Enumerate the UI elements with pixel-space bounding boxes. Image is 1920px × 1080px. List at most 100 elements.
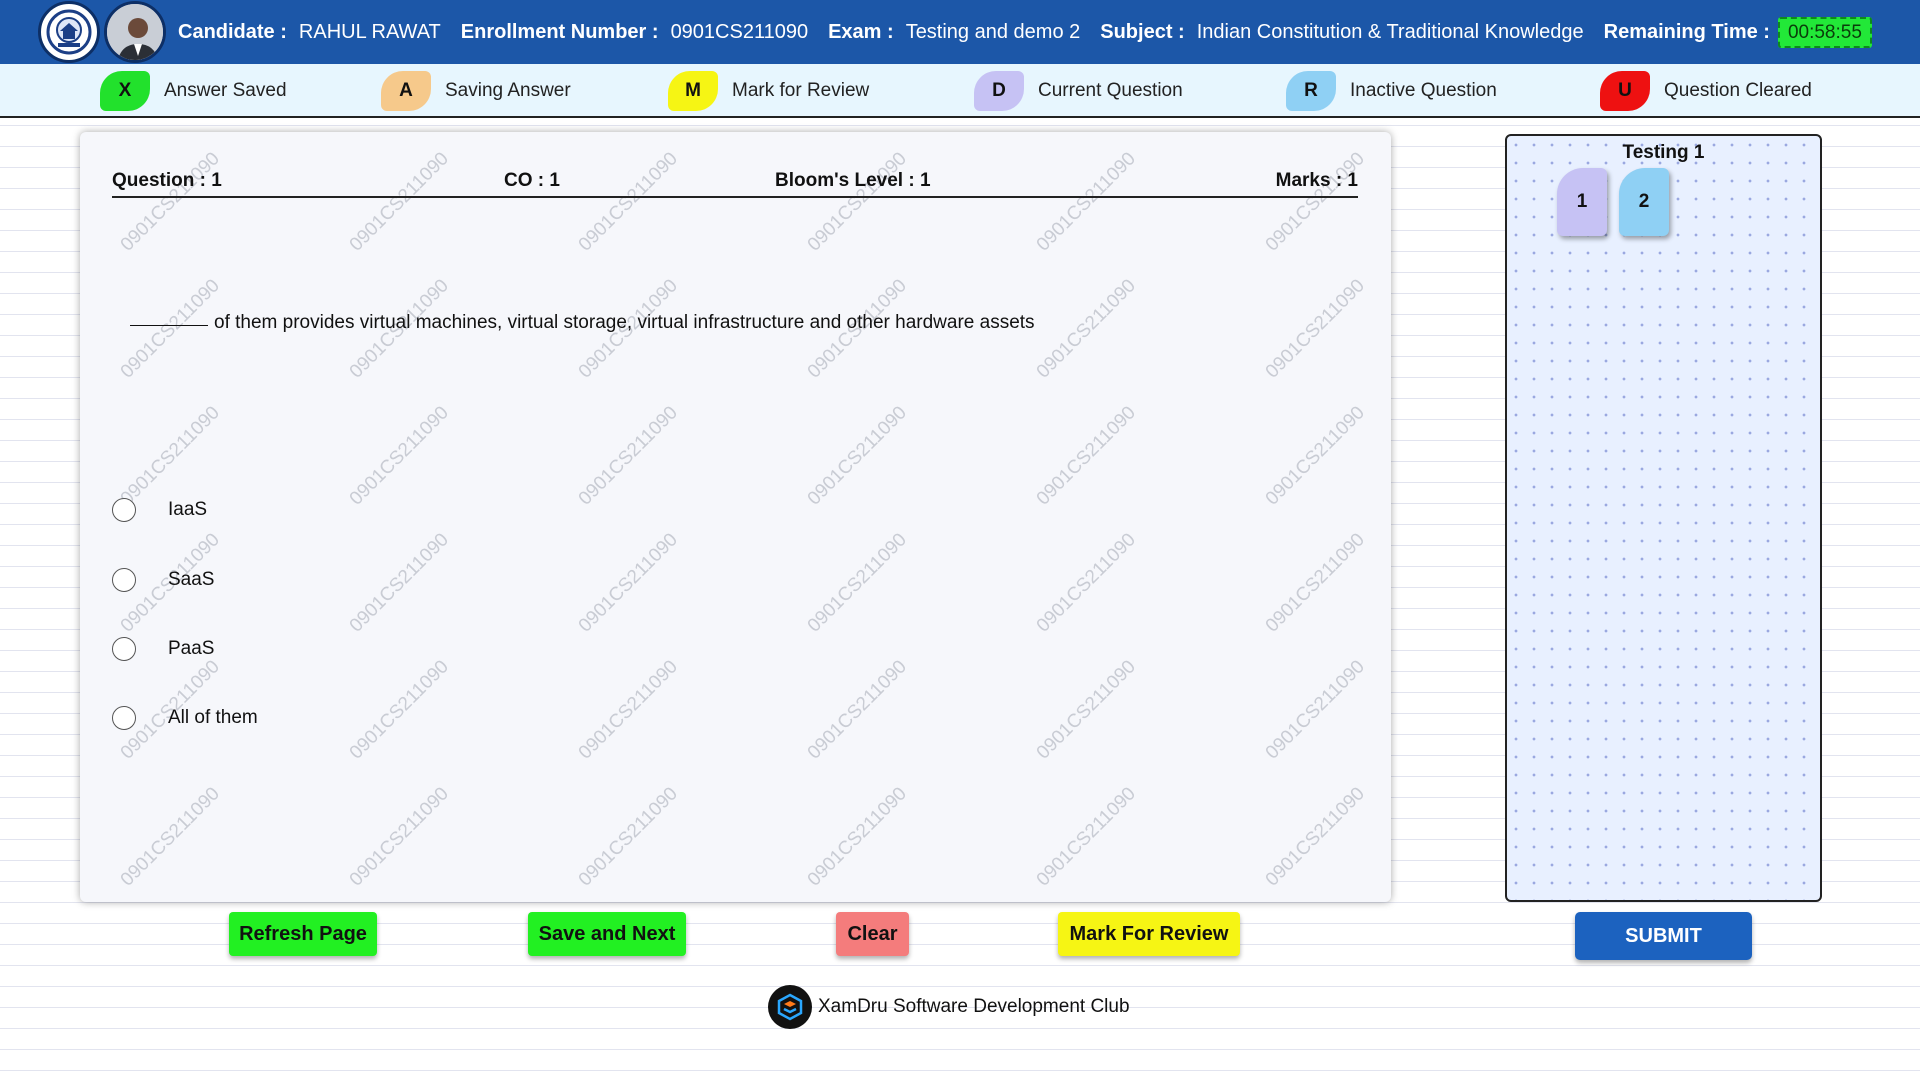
watermark-text: 0901CS211090: [1033, 275, 1140, 382]
candidate-avatar: [104, 1, 166, 63]
question-number: Question : 1: [112, 170, 222, 191]
enrollment-label: Enrollment Number :: [460, 20, 659, 43]
section-title: Testing 1: [1622, 142, 1705, 163]
option-radio[interactable]: [112, 498, 136, 522]
footer-text: XamDru Software Development Club: [818, 996, 1130, 1017]
option-label: All of them: [168, 707, 258, 728]
watermark-text: 0901CS211090: [1262, 402, 1369, 509]
question-text: of them provides virtual machines, virtu…: [130, 312, 1035, 334]
watermark-text: 0901CS211090: [804, 148, 911, 255]
watermark-text: 0901CS211090: [1033, 783, 1140, 890]
option-radio[interactable]: [112, 706, 136, 730]
watermark-text: 0901CS211090: [1262, 783, 1369, 890]
option-radio[interactable]: [112, 637, 136, 661]
subject-label: Subject :: [1100, 20, 1185, 43]
option-paas[interactable]: PaaS: [112, 637, 214, 661]
subject-info: Subject : Indian Constitution & Tradition…: [1100, 21, 1583, 44]
blooms-level: Bloom's Level : 1: [775, 170, 931, 191]
remaining-time-label: Remaining Time :: [1603, 20, 1770, 43]
option-all-of-them[interactable]: All of them: [112, 706, 258, 730]
legend-badge: U: [1600, 71, 1650, 111]
institute-logo: [38, 1, 100, 63]
save-and-next-button[interactable]: Save and Next: [528, 912, 686, 956]
watermark-text: 0901CS211090: [117, 148, 224, 255]
option-label: SaaS: [168, 569, 215, 590]
enrollment-info: Enrollment Number : 0901CS211090: [461, 21, 808, 44]
legend-answer-saved: X Answer Saved: [100, 71, 287, 111]
exam-header: Candidate : RAHUL RAWAT Enrollment Number…: [0, 0, 1920, 64]
legend-saving-answer: A Saving Answer: [381, 71, 571, 111]
watermark-text: 0901CS211090: [575, 529, 682, 636]
clear-button[interactable]: Clear: [836, 912, 909, 956]
mark-for-review-button[interactable]: Mark For Review: [1058, 912, 1240, 956]
legend-current-question: D Current Question: [974, 71, 1183, 111]
watermark-text: 0901CS211090: [1262, 529, 1369, 636]
legend-mark-for-review: M Mark for Review: [668, 71, 869, 111]
option-saas[interactable]: SaaS: [112, 568, 214, 592]
legend-label: Inactive Question: [1350, 80, 1497, 101]
time-info: Remaining Time : 00:58:55: [1603, 16, 1872, 48]
legend-label: Mark for Review: [732, 80, 870, 101]
legend-label: Question Cleared: [1664, 80, 1812, 101]
exam-label: Exam :: [828, 20, 894, 43]
watermark-text: 0901CS211090: [346, 402, 453, 509]
watermark-text: 0901CS211090: [575, 402, 682, 509]
footer: XamDru Software Development Club: [768, 985, 1130, 1029]
legend-question-cleared: U Question Cleared: [1600, 71, 1812, 111]
watermark-text: 0901CS211090: [804, 402, 911, 509]
watermark-text: 0901CS211090: [346, 656, 453, 763]
watermark-text: 0901CS211090: [1033, 148, 1140, 255]
fill-blank: [130, 325, 208, 326]
question-marks: Marks : 1: [1275, 170, 1358, 191]
refresh-page-button[interactable]: Refresh Page: [229, 912, 377, 956]
question-statement: of them provides virtual machines, virtu…: [214, 312, 1035, 333]
watermark-text: 0901CS211090: [1033, 656, 1140, 763]
watermark-text: 0901CS211090: [575, 656, 682, 763]
watermark-text: 0901CS211090: [804, 529, 911, 636]
watermark-text: 0901CS211090: [1033, 529, 1140, 636]
watermark-text: 0901CS211090: [804, 656, 911, 763]
watermark-text: 0901CS211090: [575, 783, 682, 890]
legend-label: Answer Saved: [164, 80, 287, 101]
watermark-text: 0901CS211090: [346, 783, 453, 890]
course-outcome: CO : 1: [504, 170, 560, 191]
question-navigator: Testing 1 1 2: [1505, 134, 1822, 902]
watermark-text: 0901CS211090: [117, 402, 224, 509]
watermark-layer: 0901CS211090 0901CS211090 0901CS211090 0901…: [117, 148, 1369, 890]
watermark-text: 0901CS211090: [575, 148, 682, 255]
watermark-text: 0901CS211090: [346, 529, 453, 636]
option-label: PaaS: [168, 638, 215, 659]
legend-badge: M: [668, 71, 718, 111]
candidate-info: Candidate : RAHUL RAWAT: [178, 21, 441, 44]
legend-inactive-question: R Inactive Question: [1286, 71, 1497, 111]
option-label: IaaS: [168, 499, 208, 520]
legend-label: Saving Answer: [445, 80, 571, 101]
subject-name: Indian Constitution & Traditional Knowle…: [1196, 20, 1584, 43]
enrollment-number: 0901CS211090: [670, 20, 809, 43]
watermark-text: 0901CS211090: [1262, 275, 1369, 382]
candidate-name: RAHUL RAWAT: [298, 20, 441, 43]
remaining-time-timer: 00:58:55: [1777, 16, 1872, 48]
question-nav-button-1[interactable]: 1: [1557, 168, 1607, 236]
legend-badge: D: [974, 71, 1024, 111]
question-panel: 0901CS211090 0901CS211090 0901CS211090 0901…: [80, 132, 1391, 902]
legend-badge: R: [1286, 71, 1336, 111]
watermark-text: 0901CS211090: [117, 783, 224, 890]
legend-label: Current Question: [1038, 80, 1183, 101]
legend-badge: A: [381, 71, 431, 111]
watermark-text: 0901CS211090: [804, 783, 911, 890]
submit-button[interactable]: SUBMIT: [1575, 912, 1752, 960]
watermark-text: 0901CS211090: [1262, 148, 1369, 255]
watermark-text: 0901CS211090: [1033, 402, 1140, 509]
status-legend: X Answer Saved A Saving Answer M Mark fo…: [0, 64, 1920, 118]
candidate-label: Candidate :: [178, 20, 287, 43]
option-iaas[interactable]: IaaS: [112, 498, 207, 522]
option-radio[interactable]: [112, 568, 136, 592]
legend-badge: X: [100, 71, 150, 111]
exam-name: Testing and demo 2: [905, 20, 1081, 43]
watermark-text: 0901CS211090: [1262, 656, 1369, 763]
watermark-text: 0901CS211090: [346, 148, 453, 255]
question-nav-button-2[interactable]: 2: [1619, 168, 1669, 236]
club-logo-icon: [768, 985, 812, 1029]
exam-info: Exam : Testing and demo 2: [828, 21, 1080, 44]
